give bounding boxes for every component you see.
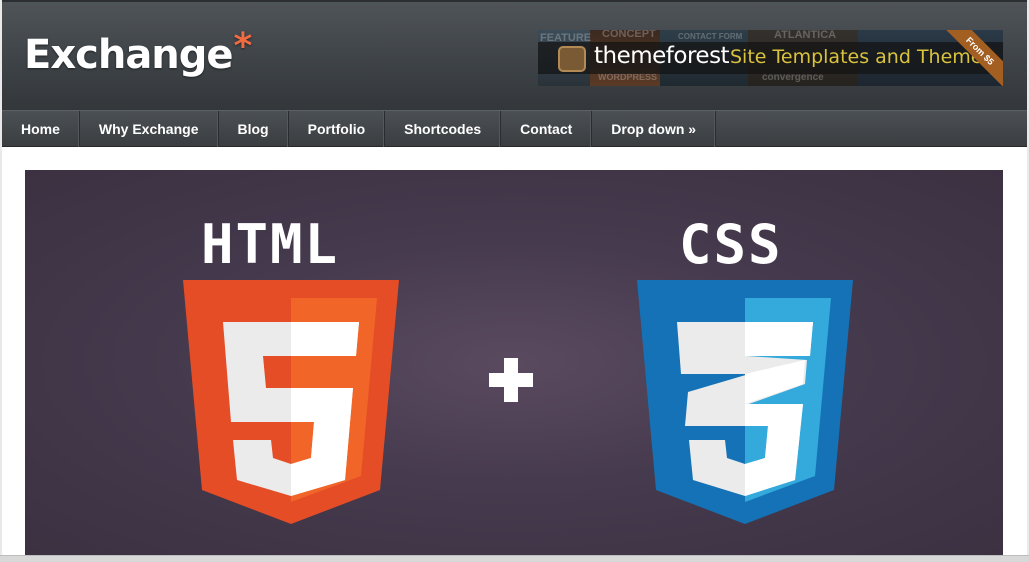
site-header: Exchange* FEATURE CONCEPT WORDPRESS CONT…: [2, 0, 1027, 110]
site-logo[interactable]: Exchange*: [24, 26, 252, 78]
themeforest-icon: [558, 46, 586, 72]
nav-item-blog[interactable]: Blog: [219, 111, 289, 147]
hero-image: HTML CSS: [25, 170, 1003, 555]
html5-logo-icon: [183, 280, 399, 524]
main-content: HTML CSS: [2, 147, 1027, 555]
nav-item-shortcodes[interactable]: Shortcodes: [385, 111, 502, 147]
css-heading: CSS: [679, 213, 783, 276]
plus-icon: [489, 358, 533, 402]
banner-bg-word: CONCEPT: [602, 30, 656, 40]
main-nav: Home Why Exchange Blog Portfolio Shortco…: [2, 110, 1027, 147]
banner-bg-word: CONTACT FORM: [678, 32, 743, 41]
nav-item-home[interactable]: Home: [2, 111, 80, 147]
banner-brand: themeforest: [594, 43, 730, 69]
nav-item-why-exchange[interactable]: Why Exchange: [80, 111, 219, 147]
banner-bg-word: ATLANTICA: [774, 30, 837, 41]
page: Exchange* FEATURE CONCEPT WORDPRESS CONT…: [0, 0, 1029, 562]
logo-asterisk: *: [233, 26, 253, 67]
themeforest-banner-ad[interactable]: FEATURE CONCEPT WORDPRESS CONTACT FORM A…: [538, 30, 1003, 86]
html-heading: HTML: [201, 213, 340, 276]
nav-item-contact[interactable]: Contact: [501, 111, 593, 147]
nav-item-drop-down[interactable]: Drop down »: [592, 111, 717, 147]
banner-tagline: Site Templates and Themes: [730, 46, 993, 68]
css3-logo-icon: [637, 280, 853, 524]
nav-item-portfolio[interactable]: Portfolio: [289, 111, 386, 147]
logo-text: Exchange: [24, 32, 234, 78]
bottom-scroll-strip: [0, 555, 1029, 562]
